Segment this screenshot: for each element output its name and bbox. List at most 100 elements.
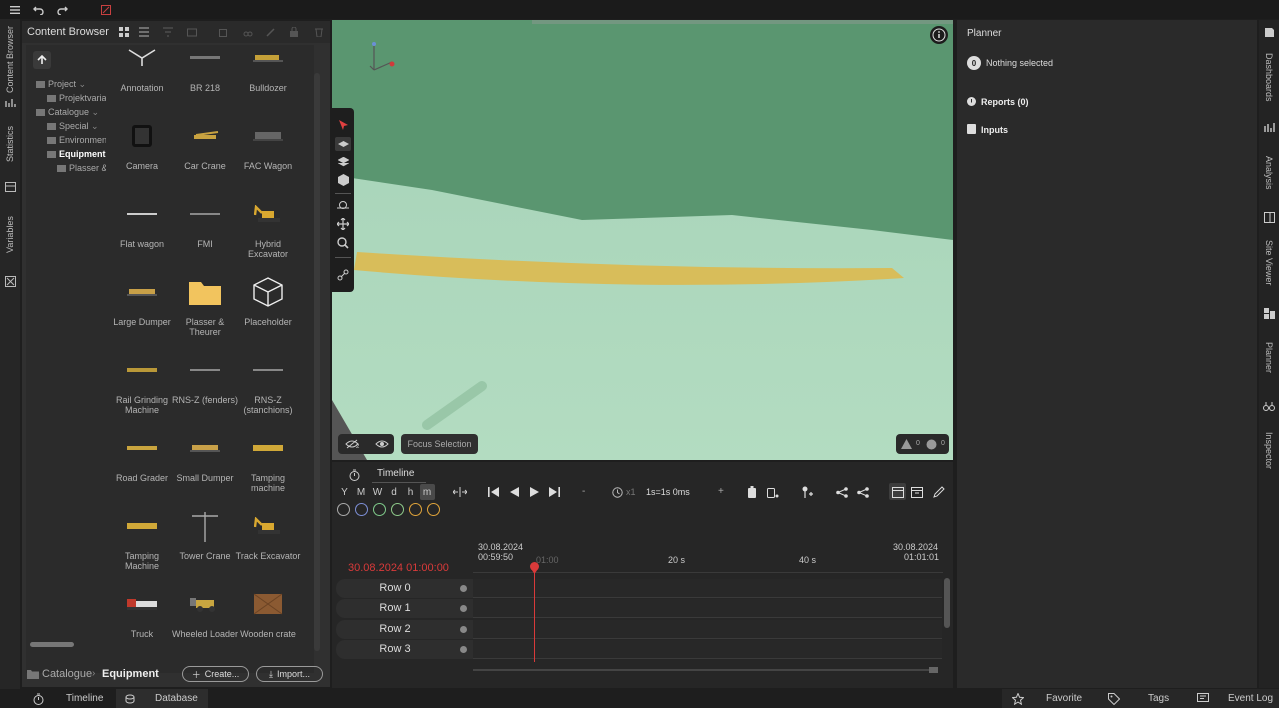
tree-item[interactable]: Special ⌄ xyxy=(47,121,99,132)
bottom-tab-favorite[interactable]: Favorite xyxy=(1046,693,1082,704)
play-icon[interactable] xyxy=(527,485,541,499)
asset-item[interactable]: Wooden crate xyxy=(234,583,302,657)
bottom-tab-tags[interactable]: Tags xyxy=(1148,693,1169,704)
up-folder-button[interactable] xyxy=(33,51,51,69)
select-arrow-icon[interactable] xyxy=(336,118,350,132)
folder-add-icon[interactable] xyxy=(186,26,198,38)
warning-icon[interactable] xyxy=(900,438,912,450)
tab-dashboards[interactable]: Dashboards xyxy=(1260,46,1278,108)
play-backward-icon[interactable] xyxy=(507,485,521,499)
color-filter-circle[interactable] xyxy=(427,503,440,516)
tab-planner[interactable]: Planner xyxy=(1260,336,1278,380)
breadcrumb-root[interactable]: Catalogue xyxy=(42,668,92,680)
copy-icon[interactable] xyxy=(218,26,230,38)
planner-icon[interactable] xyxy=(1262,307,1276,320)
hamburger-icon[interactable] xyxy=(8,3,22,16)
asset-item[interactable]: Annotation xyxy=(108,45,176,111)
layer-icon[interactable] xyxy=(335,137,351,151)
orbit-icon[interactable] xyxy=(336,198,350,212)
asset-item[interactable]: Road Grader xyxy=(108,427,176,501)
chevron-down-icon[interactable]: ⌄ xyxy=(76,79,87,89)
import-button[interactable]: ⤓ Import... xyxy=(256,666,323,682)
asset-item[interactable]: Rail Grinding Machine xyxy=(108,349,176,423)
analysis-icon[interactable] xyxy=(1262,121,1276,134)
tab-analysis[interactable]: Analysis xyxy=(1260,147,1278,199)
filter-icon[interactable] xyxy=(162,26,174,38)
route-icon[interactable] xyxy=(336,268,350,282)
tree-item[interactable]: Equipment xyxy=(47,149,106,159)
timeline-row[interactable]: Row 0 xyxy=(336,579,476,598)
row-track[interactable] xyxy=(473,579,942,598)
info-circle-icon[interactable] xyxy=(925,438,937,450)
asset-item[interactable]: Tamping Machine xyxy=(108,505,176,579)
color-filter-circle[interactable] xyxy=(355,503,368,516)
playhead-handle[interactable] xyxy=(530,562,539,574)
skip-end-icon[interactable] xyxy=(547,485,561,499)
battery-settings-icon[interactable] xyxy=(765,485,781,499)
timeline-row[interactable]: Row 3 xyxy=(336,639,476,659)
cut-icon[interactable] xyxy=(242,26,254,38)
tab-site-viewer[interactable]: Site Viewer xyxy=(1260,236,1278,290)
asset-item[interactable]: Car Crane xyxy=(171,115,239,189)
chevron-down-icon[interactable]: ⌄ xyxy=(89,121,99,131)
scale-button[interactable]: m xyxy=(419,484,435,500)
row-status-dot[interactable] xyxy=(460,645,467,653)
asset-item[interactable]: FMI xyxy=(171,193,239,267)
grid-scrollbar[interactable] xyxy=(314,73,320,651)
asset-item[interactable]: FAC Wagon xyxy=(234,115,302,189)
tree-item[interactable]: Project ⌄ xyxy=(36,79,86,90)
row-status-dot[interactable] xyxy=(460,605,467,613)
row-track[interactable] xyxy=(473,639,942,659)
scale-button[interactable]: M xyxy=(354,484,369,500)
asset-item[interactable]: Small Dumper xyxy=(171,427,239,501)
tree-item[interactable]: Catalogue ⌄ xyxy=(36,107,99,118)
rows-scrollbar[interactable] xyxy=(944,578,950,628)
site-viewer-icon[interactable] xyxy=(1262,211,1276,224)
timeline-row[interactable]: Row 1 xyxy=(336,599,476,619)
layers-icon[interactable] xyxy=(336,155,350,169)
asset-item[interactable]: Large Dumper xyxy=(108,271,176,345)
scale-button[interactable]: W xyxy=(370,484,385,500)
bottom-tab-timeline[interactable]: Timeline xyxy=(66,693,103,704)
zoom-icon[interactable] xyxy=(336,236,350,250)
create-button[interactable]: ＋ Create... xyxy=(182,666,249,682)
info-icon[interactable] xyxy=(930,26,948,44)
record-icon[interactable] xyxy=(99,3,113,16)
chart-icon[interactable] xyxy=(3,97,17,109)
asset-item[interactable]: BR 218 xyxy=(171,45,239,111)
asset-item[interactable]: RNS-Z (stanchions) xyxy=(234,349,302,423)
undo-icon[interactable] xyxy=(31,3,45,16)
scale-button[interactable]: h xyxy=(403,484,418,500)
pencil-icon[interactable] xyxy=(932,485,946,499)
timeline-hscroll-thumb[interactable] xyxy=(929,667,938,673)
color-filter-circle[interactable] xyxy=(409,503,422,516)
skip-start-icon[interactable] xyxy=(486,485,500,499)
bottom-tab-event-log[interactable]: Event Log xyxy=(1228,693,1273,704)
reports-section[interactable]: Reports (0) xyxy=(981,97,1029,107)
asset-item[interactable]: Placeholder xyxy=(234,271,302,345)
bottom-tab-database[interactable]: Database xyxy=(155,693,198,704)
speed-increase-button[interactable]: + xyxy=(718,486,724,497)
asset-item[interactable]: Bulldozer xyxy=(234,45,302,111)
speed-value[interactable]: 1s=1s 0ms xyxy=(646,487,690,497)
color-filter-circle[interactable] xyxy=(391,503,404,516)
binoculars-icon[interactable] xyxy=(1262,399,1276,412)
calendar-range-icon[interactable] xyxy=(889,483,906,500)
asset-item[interactable]: Truck xyxy=(108,583,176,657)
edit-icon[interactable] xyxy=(265,26,277,38)
row-track[interactable] xyxy=(473,619,942,639)
eye-icon[interactable] xyxy=(374,438,390,450)
tree-scrollbar[interactable] xyxy=(30,642,74,647)
color-filter-circle[interactable] xyxy=(373,503,386,516)
asset-item[interactable]: Hybrid Excavator xyxy=(234,193,302,267)
asset-item[interactable]: Camera xyxy=(108,115,176,189)
asset-item[interactable]: Track Excavator xyxy=(234,505,302,579)
row-track[interactable] xyxy=(473,599,942,619)
table-icon[interactable] xyxy=(3,181,17,193)
battery-icon[interactable] xyxy=(745,485,759,499)
variables-icon[interactable] xyxy=(3,275,17,288)
tab-statistics[interactable]: Statistics xyxy=(1,119,19,169)
asset-item[interactable]: Tamping machine xyxy=(234,427,302,501)
asset-item[interactable]: Flat wagon xyxy=(108,193,176,267)
marker-add-icon[interactable] xyxy=(799,485,815,499)
